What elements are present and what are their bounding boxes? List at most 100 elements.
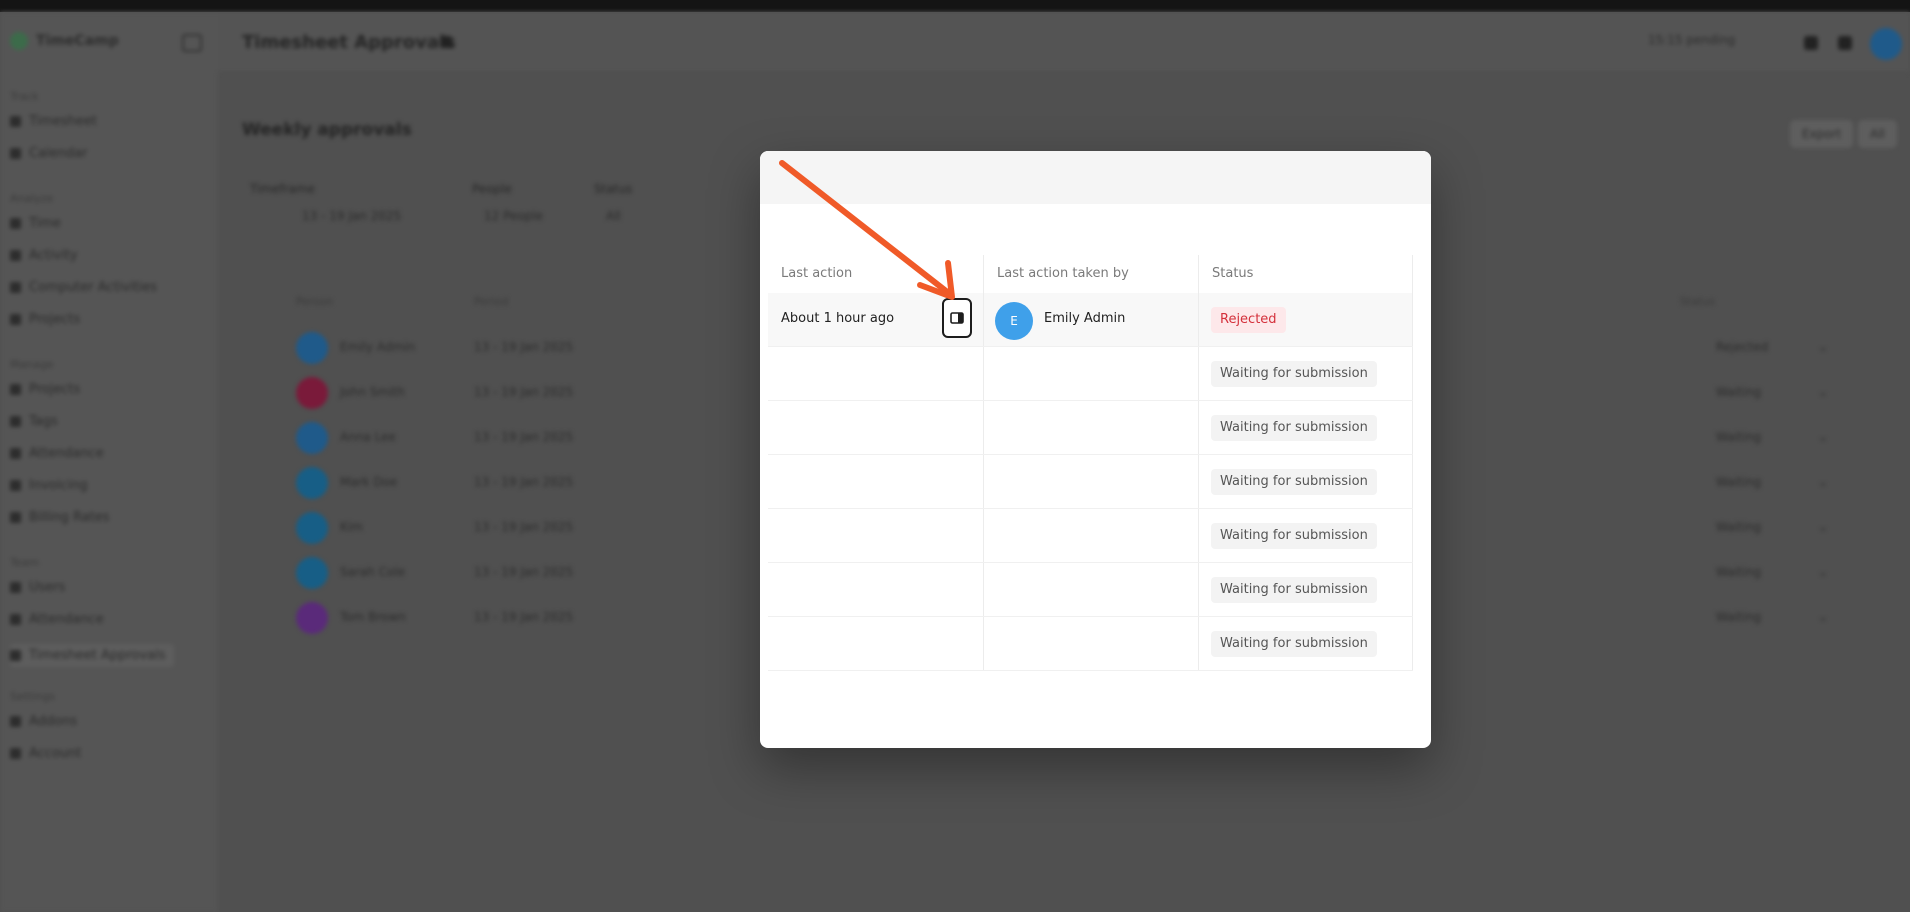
- filter-status-label: Status: [594, 182, 633, 196]
- sidebar-item-label: Computer Activities: [29, 280, 158, 295]
- brand: TimeCamp: [10, 32, 119, 50]
- open-details-button[interactable]: [942, 298, 972, 338]
- sidebar-item-icon: [10, 116, 21, 127]
- status-cell: Waiting for submission: [1199, 563, 1413, 616]
- sidebar-item-icon: [10, 314, 21, 325]
- table-header: Last action Last action taken by Status: [768, 255, 1413, 294]
- table-row[interactable]: Waiting for submission: [768, 509, 1413, 563]
- column-last-action-taken-by: Last action taken by: [984, 255, 1199, 293]
- table-row[interactable]: Waiting for submission: [768, 617, 1413, 671]
- help-icon[interactable]: [1838, 36, 1852, 50]
- sidebar-section-title: Track: [10, 90, 39, 103]
- sidebar-item[interactable]: Billing Rates: [10, 510, 110, 525]
- taken-by-cell: [984, 347, 1199, 400]
- sidebar-item[interactable]: Invoicing: [10, 478, 88, 493]
- status-dropdown[interactable]: Rejected: [1716, 340, 1768, 354]
- status-dropdown[interactable]: Waiting: [1716, 520, 1761, 534]
- sidebar-item-icon: [10, 148, 21, 159]
- column-person: Person: [296, 295, 333, 308]
- period: 13 - 19 Jan 2025: [474, 610, 574, 624]
- sidebar-item[interactable]: Timesheet: [10, 114, 97, 129]
- period: 13 - 19 Jan 2025: [474, 565, 574, 579]
- top-strip: [0, 0, 1910, 12]
- sidebar-item-label: Tags: [29, 414, 58, 429]
- avatar: [296, 557, 328, 589]
- taken-by-cell: [984, 563, 1199, 616]
- filter-people-value[interactable]: 12 People: [484, 209, 543, 223]
- sidebar-item[interactable]: Calendar: [10, 146, 87, 161]
- sidebar-item[interactable]: Addons: [10, 714, 77, 729]
- chevron-down-icon[interactable]: ⌄: [1818, 430, 1828, 444]
- period: 13 - 19 Jan 2025: [474, 340, 574, 354]
- status-badge: Waiting for submission: [1211, 631, 1377, 657]
- status-dropdown[interactable]: Waiting: [1716, 430, 1761, 444]
- table-row[interactable]: Waiting for submission: [768, 401, 1413, 455]
- collapse-sidebar-icon[interactable]: [182, 34, 202, 52]
- export-button[interactable]: Export: [1790, 120, 1854, 148]
- chevron-down-icon[interactable]: ⌄: [1818, 610, 1828, 624]
- taken-by-cell: [984, 401, 1199, 454]
- status-dropdown[interactable]: Waiting: [1716, 475, 1761, 489]
- sidebar-item-label: Billing Rates: [29, 510, 110, 525]
- sidebar-item[interactable]: Projects: [10, 312, 80, 327]
- sidebar-item-icon: [10, 384, 21, 395]
- sidebar-item-label: Users: [29, 580, 66, 595]
- status-badge: Waiting for submission: [1211, 469, 1377, 495]
- sidebar-item[interactable]: Tags: [10, 414, 58, 429]
- info-icon[interactable]: [440, 36, 452, 48]
- person-name: John Smith: [340, 385, 405, 399]
- status-badge: Waiting for submission: [1211, 361, 1377, 387]
- table-row[interactable]: About 1 hour ago E Emily Admin Rejected: [768, 293, 1413, 347]
- sidebar-section-title: Team: [10, 556, 40, 569]
- chevron-down-icon[interactable]: ⌄: [1818, 475, 1828, 489]
- filter-people-label: People: [472, 182, 512, 196]
- period: 13 - 19 Jan 2025: [474, 475, 574, 489]
- avatar[interactable]: [1870, 28, 1902, 60]
- chevron-down-icon[interactable]: ⌄: [1818, 340, 1828, 354]
- last-action-cell: [768, 563, 984, 616]
- chevron-down-icon[interactable]: ⌄: [1818, 520, 1828, 534]
- history-modal: Last action Last action taken by Status …: [760, 151, 1431, 748]
- sidebar-item-label: Projects: [29, 312, 81, 327]
- chevron-down-icon[interactable]: ⌄: [1818, 385, 1828, 399]
- avatar: [296, 422, 328, 454]
- period: 13 - 19 Jan 2025: [474, 520, 574, 534]
- sidebar-item[interactable]: Attendance: [10, 612, 104, 627]
- filter-status-value[interactable]: All: [606, 209, 621, 223]
- chevron-down-icon[interactable]: ⌄: [1818, 565, 1828, 579]
- sidebar-item-icon: [10, 282, 21, 293]
- header-status[interactable]: 15:15 pending: [1648, 33, 1735, 47]
- sidebar-item[interactable]: Activity: [10, 248, 78, 263]
- status-badge: Waiting for submission: [1211, 523, 1377, 549]
- status-dropdown[interactable]: Waiting: [1716, 610, 1761, 624]
- last-action-cell: [768, 455, 984, 508]
- sidebar-item[interactable]: Projects: [10, 382, 80, 397]
- sidebar-section-title: Analyze: [10, 192, 54, 205]
- sidebar-item-label: Calendar: [29, 146, 88, 161]
- sidebar-item-icon: [10, 512, 21, 523]
- sidebar-item-icon: [10, 614, 21, 625]
- status-cell: Waiting for submission: [1199, 347, 1413, 400]
- sidebar-item[interactable]: Computer Activities: [10, 280, 157, 295]
- sidebar-item-icon: [10, 250, 21, 261]
- sidebar-item[interactable]: Time: [10, 216, 61, 231]
- modal-header: [760, 151, 1431, 204]
- all-button[interactable]: All: [1858, 120, 1897, 148]
- apps-icon[interactable]: [1804, 36, 1818, 50]
- sidebar-item[interactable]: Account: [10, 746, 82, 761]
- avatar: E: [995, 302, 1033, 340]
- status-dropdown[interactable]: Waiting: [1716, 565, 1761, 579]
- filter-timeframe-value[interactable]: 13 - 19 Jan 2025: [302, 209, 401, 223]
- period: 13 - 19 Jan 2025: [474, 430, 574, 444]
- status-dropdown[interactable]: Waiting: [1716, 385, 1761, 399]
- table-row[interactable]: Waiting for submission: [768, 455, 1413, 509]
- sidebar-item-icon: [10, 716, 21, 727]
- table-row[interactable]: Waiting for submission: [768, 563, 1413, 617]
- status-cell: Waiting for submission: [1199, 455, 1413, 508]
- sidebar-item[interactable]: Users: [10, 580, 65, 595]
- table-row[interactable]: Waiting for submission: [768, 347, 1413, 401]
- sidebar-item[interactable]: Timesheet Approvals: [10, 644, 174, 667]
- sidebar-item[interactable]: Attendance: [10, 446, 104, 461]
- last-action-cell: [768, 509, 984, 562]
- sidebar-item-label: Attendance: [29, 612, 104, 627]
